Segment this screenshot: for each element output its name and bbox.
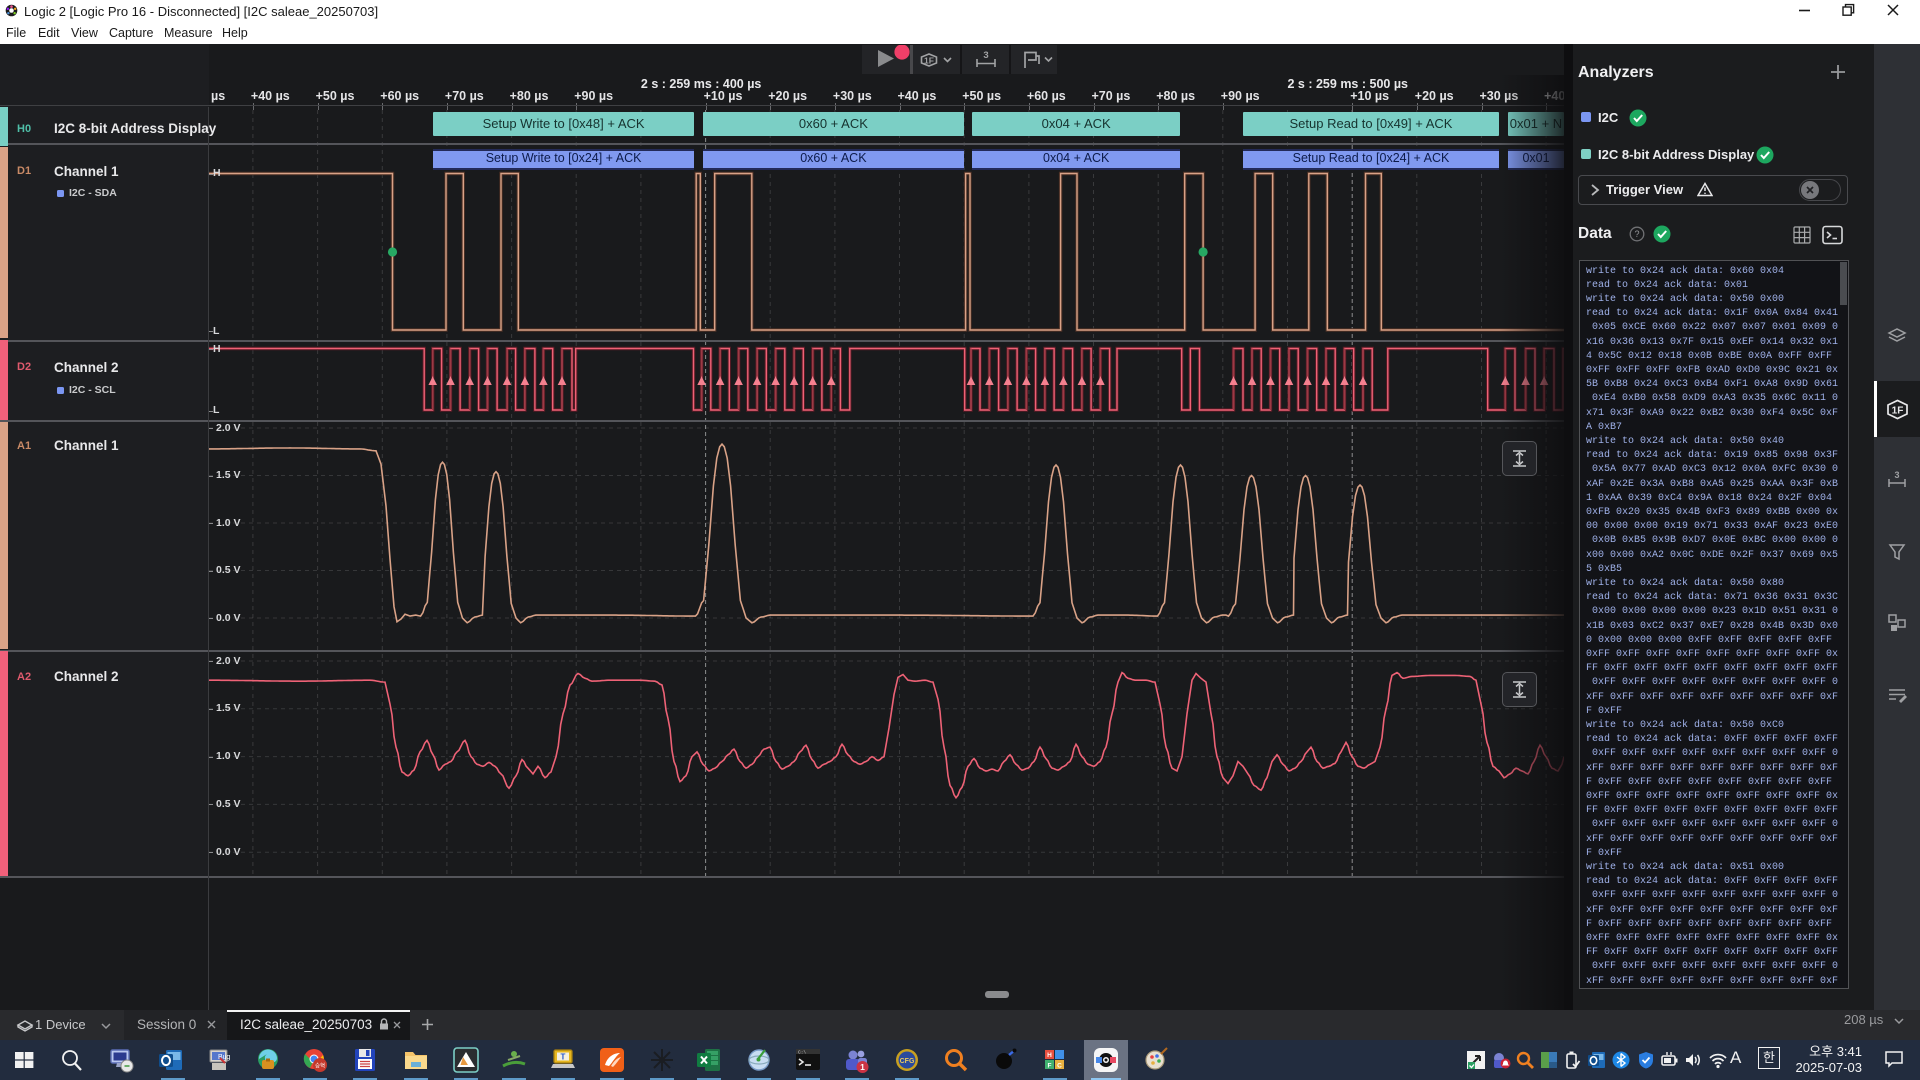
- svg-text:승혁: 승혁: [315, 1063, 325, 1070]
- svg-text:Bug: Bug: [218, 1054, 231, 1061]
- svg-text:CFG: CFG: [900, 1058, 915, 1065]
- svg-text:C: C: [1057, 1063, 1062, 1070]
- svg-text:1F: 1F: [1892, 406, 1904, 417]
- svg-text:F: F: [1048, 1063, 1052, 1070]
- svg-text:?: ?: [1634, 229, 1639, 239]
- svg-text:3: 3: [1894, 470, 1899, 480]
- svg-text:C:\: C:\: [798, 1050, 806, 1056]
- svg-text:1: 1: [860, 1062, 865, 1072]
- svg-text:H: H: [1047, 1052, 1052, 1059]
- svg-text:T: T: [561, 1053, 566, 1062]
